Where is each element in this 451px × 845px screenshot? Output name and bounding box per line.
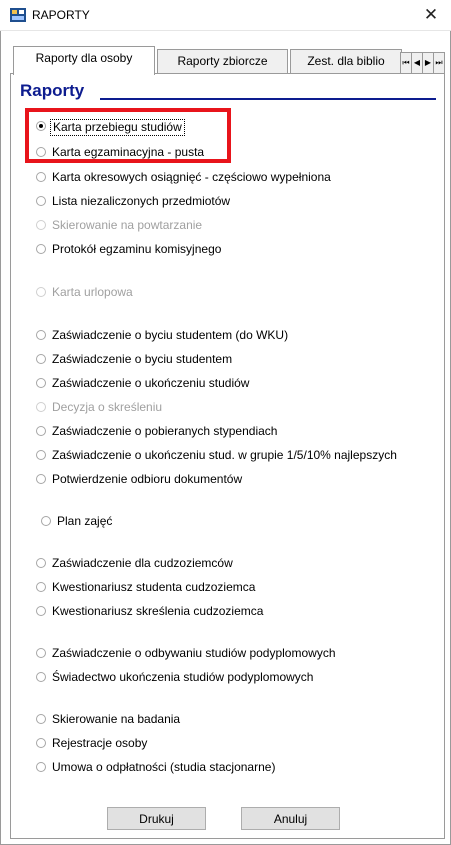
- radio-button[interactable]: [36, 450, 46, 460]
- radio-button[interactable]: [36, 354, 46, 364]
- report-option-label: Skierowanie na badania: [52, 712, 181, 726]
- close-icon[interactable]: ✕: [411, 0, 451, 30]
- report-option-label: Zaświadczenie o odbywaniu studiów podypl…: [52, 646, 336, 660]
- radio-button[interactable]: [36, 558, 46, 568]
- radio-button[interactable]: [36, 714, 46, 724]
- report-option-label: Potwierdzenie odbioru dokumentów: [52, 472, 243, 486]
- cancel-button[interactable]: Anuluj: [241, 807, 340, 830]
- report-option-label: Karta okresowych osiągnięć - częściowo w…: [52, 170, 331, 184]
- report-option-label: Rejestracje osoby: [52, 736, 148, 750]
- radio-button[interactable]: [36, 196, 46, 206]
- tab-last-icon[interactable]: ⏭: [433, 52, 445, 74]
- report-option-label: Zaświadczenie o ukończeniu stud. w grupi…: [52, 448, 397, 462]
- radio-button[interactable]: [41, 516, 51, 526]
- app-icon: [10, 8, 26, 22]
- radio-button[interactable]: [36, 606, 46, 616]
- radio-button[interactable]: [36, 244, 46, 254]
- report-option-label: Zaświadczenie o byciu studentem (do WKU): [52, 328, 289, 342]
- tab-raporty-zbiorcze[interactable]: Raporty zbiorcze: [157, 49, 288, 73]
- report-option-label: Protokół egzaminu komisyjnego: [52, 242, 222, 256]
- report-option-label: Zaświadczenie o pobieranych stypendiach: [52, 424, 278, 438]
- radio-button[interactable]: [36, 648, 46, 658]
- radio-button: [36, 220, 46, 230]
- radio-button[interactable]: [36, 474, 46, 484]
- radio-button[interactable]: [36, 762, 46, 772]
- report-option-label: Umowa o odpłatności (studia stacjonarne): [52, 760, 276, 774]
- report-option-label: Lista niezaliczonych przedmiotów: [52, 194, 231, 208]
- tab-zest-dla-biblio[interactable]: Zest. dla biblio: [290, 49, 402, 73]
- radio-button: [36, 287, 46, 297]
- radio-button[interactable]: [36, 738, 46, 748]
- radio-button[interactable]: [36, 330, 46, 340]
- title-bar: RAPORTY ✕: [0, 0, 451, 31]
- report-option-label: Skierowanie na powtarzanie: [52, 218, 203, 232]
- report-option-label: Plan zajęć: [57, 514, 113, 528]
- radio-button[interactable]: [36, 582, 46, 592]
- window-title: RAPORTY: [32, 8, 90, 22]
- highlight-box: [25, 108, 231, 163]
- tab-raporty-dla-osoby[interactable]: Raporty dla osoby: [13, 46, 155, 75]
- radio-button[interactable]: [36, 378, 46, 388]
- heading-rule: [100, 98, 436, 100]
- report-option-label: Kwestionariusz skreślenia cudzoziemca: [52, 604, 264, 618]
- radio-button[interactable]: [36, 426, 46, 436]
- report-option-label: Zaświadczenie o byciu studentem: [52, 352, 233, 366]
- report-option-label: Decyzja o skreśleniu: [52, 400, 163, 414]
- report-option-label: Świadectwo ukończenia studiów podyplomow…: [52, 670, 314, 684]
- report-option-label: Zaświadczenie dla cudzoziemców: [52, 556, 233, 570]
- section-heading: Raporty: [20, 81, 85, 100]
- report-option-label: Karta urlopowa: [52, 285, 133, 299]
- radio-button[interactable]: [36, 172, 46, 182]
- radio-button: [36, 402, 46, 412]
- report-option-label: Kwestionariusz studenta cudzoziemca: [52, 580, 256, 594]
- print-button[interactable]: Drukuj: [107, 807, 206, 830]
- radio-button[interactable]: [36, 672, 46, 682]
- report-option-label: Zaświadczenie o ukończeniu studiów: [52, 376, 250, 390]
